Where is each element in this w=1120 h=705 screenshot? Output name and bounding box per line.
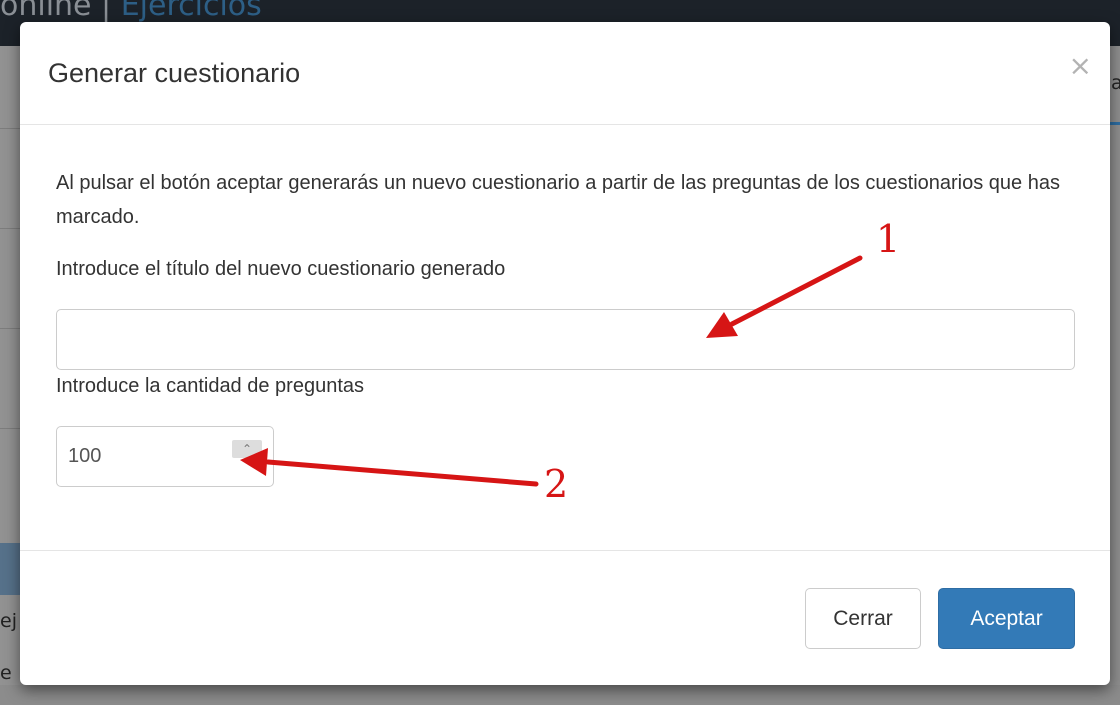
background-bottom (0, 685, 1120, 705)
close-icon[interactable]: × (1069, 52, 1092, 80)
background-right-fragment: a (1111, 72, 1120, 94)
background-title-link: Ejercicios (120, 0, 262, 23)
background-right-accent (1110, 122, 1120, 125)
accept-button[interactable]: Aceptar (938, 588, 1075, 649)
title-field-label: Introduce el título del nuevo cuestionar… (56, 258, 506, 280)
background-divider (0, 228, 20, 229)
background-divider (0, 328, 20, 329)
chevron-up-icon[interactable]: ⌃ (232, 440, 262, 458)
background-title-prefix: online | (0, 0, 121, 23)
spin-down-button[interactable] (232, 458, 262, 474)
background-left-fragment: ej (0, 610, 17, 632)
background-divider (0, 128, 20, 129)
background-left-fragment: e (0, 662, 12, 684)
modal-footer-divider (20, 550, 1110, 551)
modal-header: Generar cuestionario × (20, 22, 1110, 125)
quantity-stepper[interactable]: ⌃ (56, 426, 274, 487)
background-left-accent (0, 543, 20, 595)
quiz-title-input[interactable] (56, 309, 1075, 370)
background-divider (0, 428, 20, 429)
background-left-strip (0, 46, 20, 705)
modal-description: Al pulsar el botón aceptar generarás un … (56, 172, 1060, 228)
quantity-field-label: Introduce la cantidad de preguntas (56, 375, 364, 397)
generate-quiz-modal: Generar cuestionario × Al pulsar el botó… (20, 22, 1110, 685)
close-button[interactable]: Cerrar (805, 588, 921, 649)
background-title: online | Ejercicios (0, 0, 262, 23)
modal-title: Generar cuestionario (48, 58, 301, 88)
quantity-input[interactable] (57, 427, 227, 486)
